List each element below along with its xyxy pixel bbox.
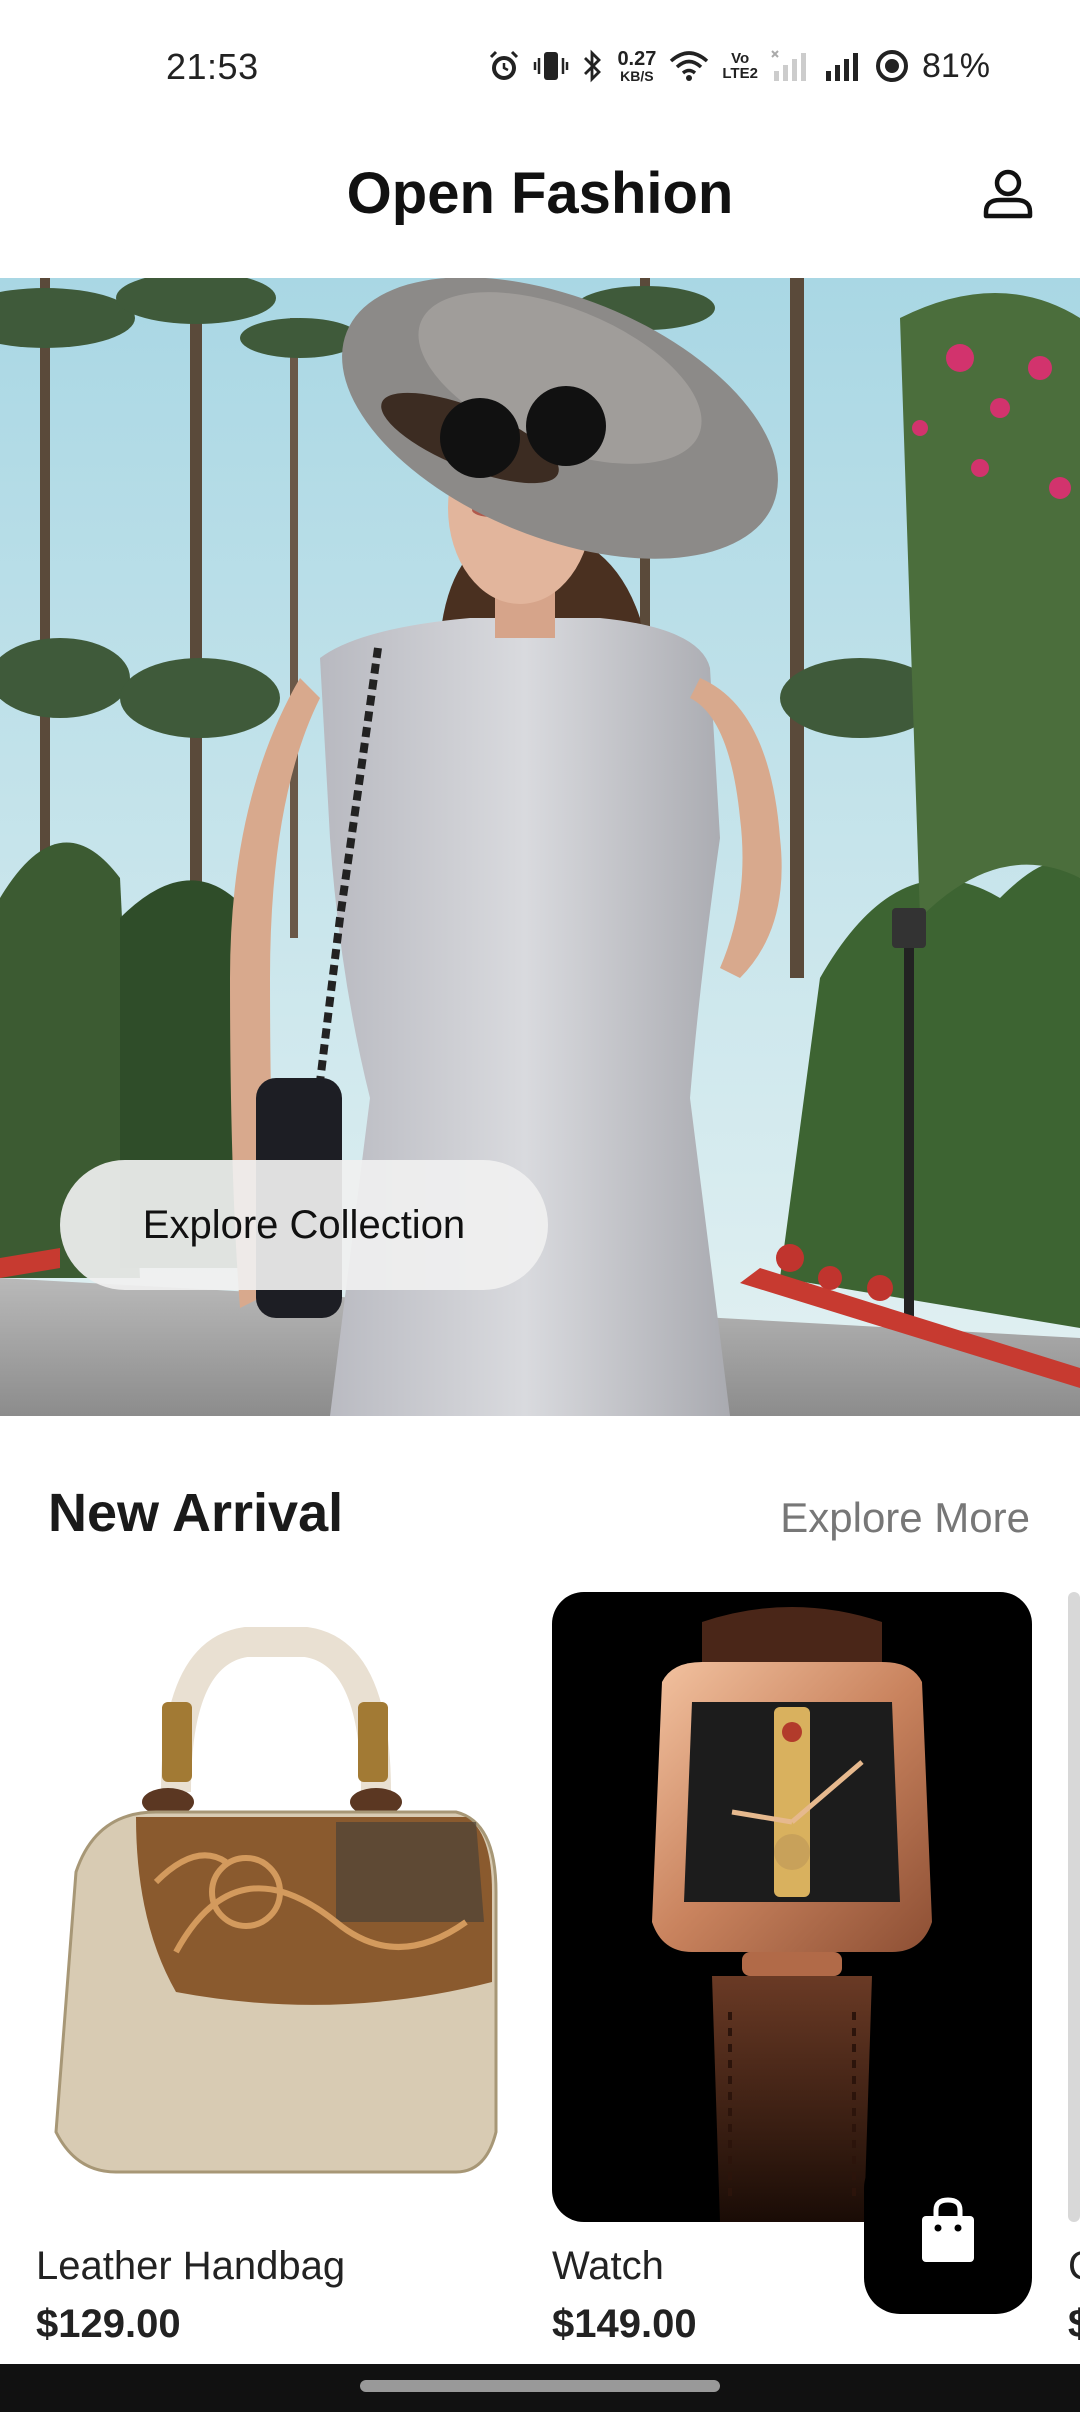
explore-collection-button[interactable]: Explore Collection xyxy=(60,1160,548,1290)
volte-bottom: LTE2 xyxy=(722,65,758,82)
user-icon xyxy=(980,166,1036,227)
volte-icon: Vo LTE2 xyxy=(722,51,758,81)
hero-banner: Explore Collection xyxy=(0,278,1080,1416)
vibrate-icon xyxy=(533,48,569,84)
cart-button[interactable] xyxy=(864,2152,1032,2314)
product-card[interactable]: Watch $149.00 xyxy=(552,1592,1032,2346)
product-card[interactable]: Leather Handbag $129.00 xyxy=(36,1592,516,2346)
signal-icon xyxy=(822,49,862,83)
product-price: $129.00 xyxy=(36,2302,181,2346)
status-time: 21:53 xyxy=(166,46,259,87)
product-image xyxy=(1068,1592,1080,2222)
app-header: Open Fashion xyxy=(0,140,1080,278)
alarm-icon xyxy=(487,49,521,83)
product-name: Leather Handbag xyxy=(36,2244,346,2288)
product-name: Watch xyxy=(552,2244,664,2288)
product-name: C xyxy=(1068,2244,1080,2289)
explore-more-link[interactable]: Explore More xyxy=(780,1494,1030,1542)
shopping-bag-icon xyxy=(916,2196,980,2271)
home-gesture-handle[interactable] xyxy=(360,2380,720,2392)
status-bar: 21:53 0.27 KB/S Vo LTE2 81% xyxy=(0,0,1080,140)
product-price: $ xyxy=(1068,2302,1080,2346)
system-nav-bar xyxy=(0,2364,1080,2412)
status-icons: 0.27 KB/S Vo LTE2 81% xyxy=(487,42,990,90)
network-speed: 0.27 KB/S xyxy=(617,49,656,83)
product-price: $149.00 xyxy=(552,2302,697,2346)
network-speed-value: 0.27 xyxy=(617,48,657,70)
profile-button[interactable] xyxy=(976,164,1040,228)
section-title: New Arrival xyxy=(48,1483,344,1543)
app-title: Open Fashion xyxy=(346,161,734,226)
wifi-icon xyxy=(668,49,710,83)
signal-empty-icon xyxy=(770,49,810,83)
network-speed-unit: KB/S xyxy=(620,68,654,84)
bluetooth-icon xyxy=(581,48,605,84)
battery-ring-icon xyxy=(874,48,910,84)
volte-top: Vo xyxy=(731,50,750,67)
battery-percent: 81% xyxy=(921,46,990,85)
product-image xyxy=(36,1592,516,2222)
product-card-partial[interactable]: C $ xyxy=(1068,1592,1080,2346)
product-image xyxy=(552,1592,1032,2222)
